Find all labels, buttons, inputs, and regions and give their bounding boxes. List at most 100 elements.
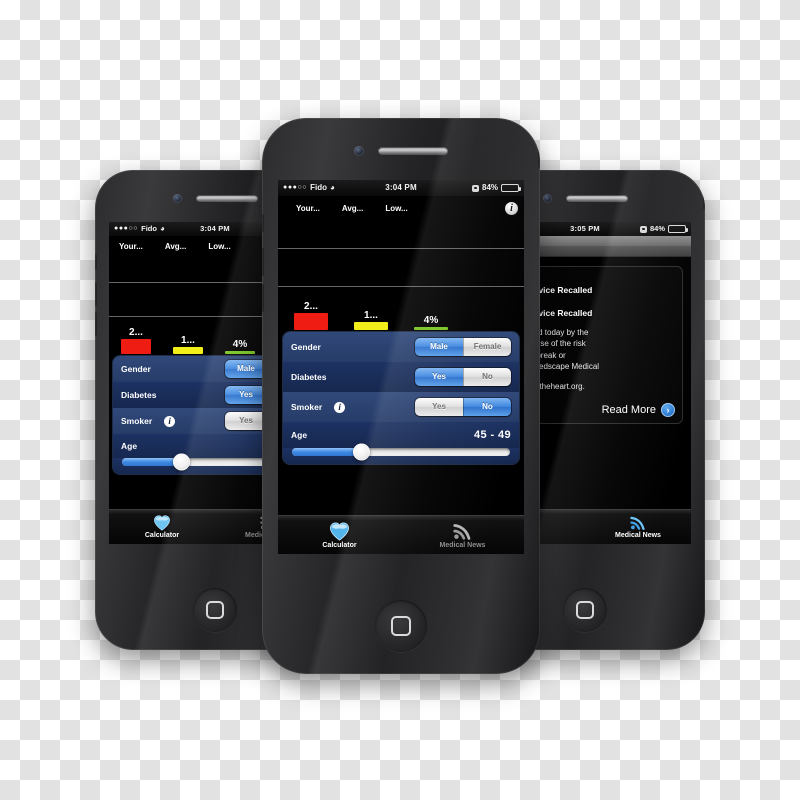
row-label-age: Age [121,441,138,451]
smoker-option-no[interactable]: No [463,398,511,416]
rss-icon [453,523,471,540]
mute-switch-left[interactable] [95,254,97,270]
signal-strength-icon: ●●●○○ [114,225,139,232]
age-slider-knob[interactable] [173,453,191,471]
bar-rect-low [225,351,255,354]
form-row-smoker[interactable]: Smoker i Yes No [283,392,519,422]
gender-option-female[interactable]: Female [463,338,511,356]
diabetes-option-yes[interactable]: Yes [225,386,267,404]
home-button-right[interactable] [563,588,607,632]
gender-segmented-control[interactable]: Male Female [415,338,511,356]
chart-col-your: Your... [119,242,143,251]
form-row-diabetes[interactable]: Diabetes Yes No [283,362,519,392]
status-right-group: 84% [600,222,688,236]
wifi-icon: ◕ [159,224,165,233]
smoker-option-yes[interactable]: Yes [415,398,463,416]
front-camera-icon [172,194,182,203]
row-label-diabetes: Diabetes [291,372,327,382]
chart-col-low: Low... [208,242,231,251]
row-label-smoker: Smoker [291,402,323,412]
earpiece-speaker [565,194,628,203]
row-label-diabetes: Diabetes [121,390,157,400]
tab-label-medical-news: Medical News [439,541,486,549]
volume-down-button-left[interactable] [95,312,97,336]
chart-col-avg: Avg... [164,242,187,251]
mute-switch-center[interactable] [262,214,264,232]
tab-calculator[interactable]: Calculator [109,510,215,544]
tab-medical-news[interactable]: Medical News [401,516,524,554]
bar-item: 4% [225,339,255,354]
diabetes-option-yes[interactable]: Yes [415,368,463,386]
bar-rect-avg [354,322,388,330]
chart-gridline [278,248,524,249]
smoker-segmented-control[interactable]: Yes No [415,398,511,416]
screen-center: ●●●○○ Fido ◕ 3:04 PM 84% Your... Avg... … [278,180,524,554]
bar-rect-your [294,313,328,330]
age-slider-knob[interactable] [353,443,371,461]
gender-option-male[interactable]: Male [415,338,463,356]
home-square-icon [576,601,594,619]
heart-icon [154,515,170,531]
bar-rect-avg [173,347,203,354]
home-button-left[interactable] [193,588,237,632]
bar-label: 4% [423,315,439,326]
clock-label: 3:04 PM [200,224,230,233]
diabetes-option-no[interactable]: No [463,368,511,386]
smoker-option-yes[interactable]: Yes [225,412,267,430]
bar-item: 2... [294,301,328,330]
home-square-icon [206,601,224,619]
chevron-right-circle-icon: › [661,403,675,418]
status-left-group: ●●●○○ Fido ◕ [283,180,385,196]
gender-option-male[interactable]: Male [225,360,267,378]
smoker-info-icon[interactable]: i [334,401,346,413]
diabetes-segmented-control[interactable]: Yes No [415,368,511,386]
top-hardware-center [262,146,540,156]
rotation-lock-icon [639,225,647,233]
chart-info-icon[interactable]: i [505,202,518,215]
tab-medical-news[interactable]: Medical News [585,510,691,544]
phone-device-center: ●●●○○ Fido ◕ 3:04 PM 84% Your... Avg... … [262,118,540,674]
age-slider-fill [292,448,362,456]
volume-up-button-center[interactable] [262,248,264,276]
battery-icon [668,225,688,233]
sleep-wake-button-right[interactable] [703,192,705,210]
bar-item: 1... [354,310,388,330]
carrier-label: Fido [141,224,157,233]
clock-label: 3:05 PM [570,224,600,233]
tab-label-medical-news: Medical News [615,532,661,539]
tab-calculator[interactable]: Calculator [278,516,401,554]
bar-label: 2... [129,327,143,338]
tab-bar-center: Calculator Medical News [278,515,524,554]
tab-label-calculator: Calculator [144,532,180,539]
status-left-group: ●●●○○ Fido ◕ [114,222,200,236]
home-button-center[interactable] [375,600,427,652]
risk-chart-center: Your... Avg... Low... i 2... 1... 4% [278,196,524,330]
home-square-icon [391,616,411,636]
battery-percent-label: 84% [482,183,499,192]
volume-up-button-left[interactable] [95,282,97,306]
sleep-wake-button-center[interactable] [538,146,540,168]
bar-label: 2... [304,301,318,312]
bar-label: 1... [364,310,378,321]
wifi-icon: ◕ [330,183,335,192]
battery-icon [501,184,522,192]
front-camera-icon [354,146,364,156]
row-label-smoker: Smoker [121,416,153,426]
age-slider-track[interactable] [292,443,510,461]
heart-icon [330,521,349,541]
bar-label: 4% [232,339,248,350]
chart-col-your: Your... [296,204,320,213]
age-slider-container-center[interactable] [283,443,519,464]
rotation-lock-icon [472,184,479,192]
carrier-label: Fido [310,183,328,192]
bar-item: 2... [121,327,151,354]
tab-label-calculator: Calculator [322,541,357,549]
rss-icon [630,516,645,530]
smoker-info-icon[interactable]: i [164,415,176,427]
read-more-label: Read More [601,404,656,417]
row-label-gender: Gender [121,364,151,374]
form-row-gender[interactable]: Gender Male Female [283,332,519,362]
chart-col-low: Low... [385,204,408,213]
status-right-group: 84% [417,180,522,196]
volume-down-button-center[interactable] [262,284,264,312]
